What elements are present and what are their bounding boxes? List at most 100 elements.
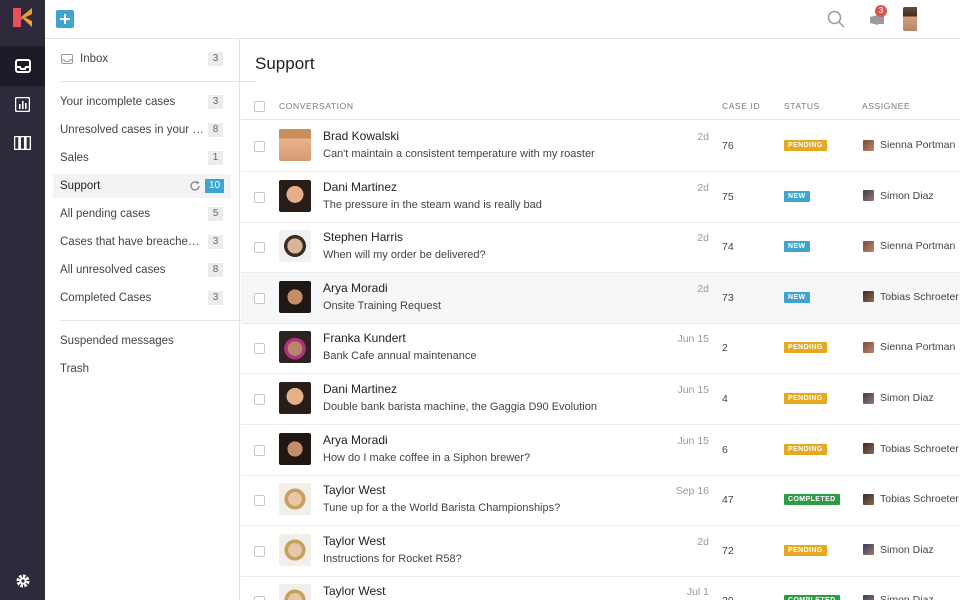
rail-reports-button[interactable] [0,84,45,124]
case-date: Jun 15 [677,434,709,447]
assignee-name: Sienna Portman [880,139,956,151]
requester-name[interactable]: Taylor West [323,584,385,598]
assignee-avatar [863,544,874,556]
row-checkbox[interactable] [254,394,265,405]
assignee-avatar [863,594,874,600]
requester-name[interactable]: Dani Martinez [323,180,397,194]
row-checkbox[interactable] [254,242,265,254]
assignee[interactable]: Simon Diaz [863,392,934,404]
sidebar-item-all-unresolved[interactable]: All unresolved cases 8 [53,258,231,282]
assignee[interactable]: Sienna Portman [863,240,955,252]
table-row[interactable]: Arya Moradi Onsite Training Request 2d 73 NE… [241,272,960,324]
column-header-assignee[interactable]: ASSIGNEE [862,101,910,111]
rail-settings-button[interactable] [0,566,45,596]
sidebar-item-label: All pending cases [60,208,151,220]
kayako-logo-icon[interactable] [13,8,32,27]
table-row[interactable]: Taylor West Instructions for Rocket R58? 2… [241,526,960,577]
case-id: 75 [722,190,734,203]
requester-name[interactable]: Taylor West [323,534,385,548]
table-row[interactable]: Dani Martinez The pressure in the steam w… [241,172,960,223]
sidebar-item-count: 1 [208,151,223,165]
sidebar-item-breached-sla[interactable]: Cases that have breached SLA 3 [53,230,231,254]
requester-name[interactable]: Franka Kundert [323,331,406,345]
left-rail [0,0,45,600]
search-icon[interactable] [826,9,846,29]
row-checkbox[interactable] [254,292,265,304]
case-subject[interactable]: Can't maintain a consistent temperature … [323,148,595,160]
assignee-avatar [863,493,874,505]
case-subject[interactable]: Onsite Training Request [323,300,441,312]
requester-name[interactable]: Dani Martinez [323,382,397,396]
table-row[interactable]: Dani Martinez Double bank barista machine… [241,374,960,425]
table-row[interactable]: Taylor West Jul 1 30 COMPLETED Simon Diaz [241,576,960,600]
requester-name[interactable]: Arya Moradi [323,433,388,447]
column-header-conversation[interactable]: CONVERSATION [279,101,354,111]
sidebar-item-completed[interactable]: Completed Cases 3 [53,286,231,310]
status-badge: PENDING [784,342,827,354]
column-header-status[interactable]: STATUS [784,101,820,111]
sidebar-item-all-pending[interactable]: All pending cases 5 [53,202,231,226]
requester-name[interactable]: Arya Moradi [323,281,388,295]
sidebar-item-unresolved-team[interactable]: Unresolved cases in your tea… 8 [53,118,231,142]
sidebar-item-trash[interactable]: Trash [53,357,231,381]
case-subject[interactable]: Instructions for Rocket R58? [323,553,462,565]
case-subject[interactable]: When will my order be delivered? [323,249,486,261]
row-checkbox[interactable] [254,191,265,203]
assignee-name: Simon Diaz [880,594,934,600]
rail-inbox-button[interactable] [0,46,45,86]
assignee[interactable]: Simon Diaz [863,544,934,556]
assignee[interactable]: Tobias Schroeter [863,443,959,455]
board-icon [14,136,31,150]
column-header-case-id[interactable]: CASE ID [722,101,760,111]
table-row[interactable]: Arya Moradi How do I make coffee in a Sip… [241,425,960,476]
case-subject[interactable]: How do I make coffee in a Siphon brewer? [323,452,530,464]
assignee-avatar [863,341,874,353]
requester-avatar [279,331,311,364]
requester-avatar [279,230,311,263]
rail-board-button[interactable] [0,123,45,163]
sidebar-item-support[interactable]: Support 10 [53,174,231,198]
sidebar-item-count: 3 [208,52,223,66]
sidebar-item-suspended-messages[interactable]: Suspended messages [53,329,231,353]
refresh-icon[interactable] [189,180,201,192]
case-subject[interactable]: Bank Cafe annual maintenance [323,350,477,362]
table-row[interactable]: Stephen Harris When will my order be deli… [241,222,960,274]
top-bar [45,0,960,39]
case-date: 2d [697,535,709,548]
row-checkbox[interactable] [254,495,265,507]
table-row[interactable]: Taylor West Tune up for a the World Baris… [241,475,960,527]
case-subject[interactable]: The pressure in the steam wand is really… [323,199,542,211]
assignee[interactable]: Sienna Portman [863,341,955,353]
select-all-checkbox[interactable] [254,101,265,112]
row-checkbox[interactable] [254,545,265,557]
assignee[interactable]: Tobias Schroeter [863,291,959,303]
case-subject[interactable]: Double bank barista machine, the Gaggia … [323,401,597,413]
sidebar-item-sales[interactable]: Sales 1 [53,146,231,170]
requester-name[interactable]: Taylor West [323,483,385,497]
user-avatar[interactable] [903,7,917,31]
assignee[interactable]: Simon Diaz [863,594,934,600]
assignee-name: Tobias Schroeter [880,290,959,303]
sidebar-divider [60,81,256,82]
row-checkbox[interactable] [254,343,265,355]
assignee[interactable]: Tobias Schroeter [863,493,959,505]
row-checkbox[interactable] [254,141,265,152]
case-date: Jun 15 [677,384,709,396]
requester-avatar [279,533,311,566]
table-row[interactable]: Franka Kundert Bank Cafe annual maintenan… [241,323,960,375]
case-list-panel: Support CONVERSATION CASE ID STATUS ASSI… [241,39,960,600]
assignee[interactable]: Sienna Portman [863,139,955,151]
case-subject[interactable]: Tune up for a the World Barista Champion… [323,502,560,514]
row-checkbox[interactable] [254,596,265,600]
requester-name[interactable]: Stephen Harris [323,230,403,244]
requester-name[interactable]: Brad Kowalski [323,129,399,143]
sidebar-item-count: 8 [208,123,223,137]
sidebar-item-count: 3 [208,95,223,109]
row-checkbox[interactable] [254,444,265,456]
new-case-button[interactable] [56,10,74,28]
assignee[interactable]: Simon Diaz [863,190,934,202]
table-row[interactable]: Brad Kowalski Can't maintain a consistent… [241,121,960,172]
assignee-name: Sienna Portman [880,341,956,354]
sidebar-item-your-incomplete-cases[interactable]: Your incomplete cases 3 [53,90,231,114]
sidebar-item-inbox[interactable]: Inbox 3 [53,47,231,71]
